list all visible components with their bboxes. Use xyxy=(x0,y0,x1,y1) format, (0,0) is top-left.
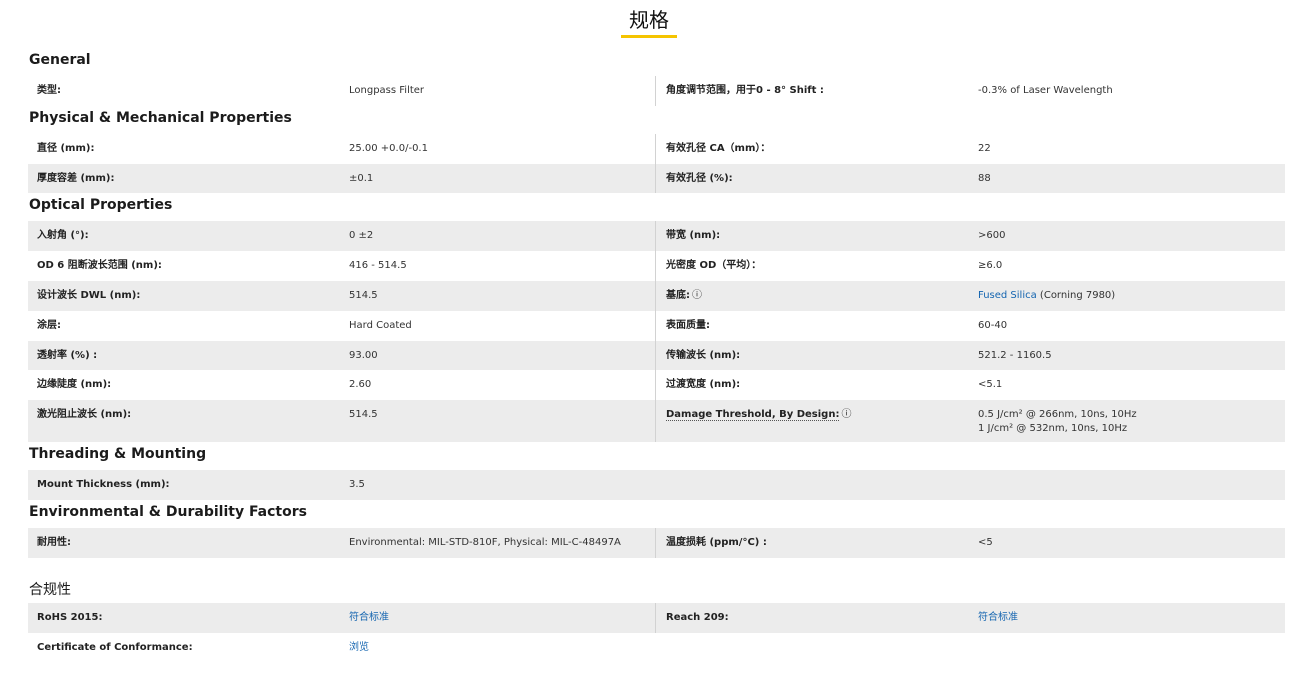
section-heading-environmental: Environmental & Durability Factors xyxy=(29,504,307,520)
spec-label: 表面质量: xyxy=(666,320,710,331)
spec-label: Reach 209: xyxy=(666,612,729,623)
column-divider xyxy=(655,400,656,442)
spec-value: ≥6.0 xyxy=(978,260,1003,271)
column-divider xyxy=(655,164,656,193)
spec-label: 有效孔径 (%): xyxy=(666,173,733,184)
fused-silica-link[interactable]: Fused Silica xyxy=(978,290,1037,301)
spec-value-substrate: Fused Silica (Corning 7980) xyxy=(978,289,1115,303)
spec-row-type: 类型: Longpass Filter 角度调节范围，用于0 - 8° Shif… xyxy=(28,76,1285,106)
spec-label: RoHS 2015: xyxy=(37,612,103,623)
spec-label-substrate: 基底: ⓘ xyxy=(666,289,702,303)
spec-row-rohs: RoHS 2015: 符合标准 Reach 209: 符合标准 xyxy=(28,603,1285,633)
view-certificate-link[interactable]: 浏览 xyxy=(349,641,369,655)
column-divider xyxy=(655,76,656,106)
spec-row-mount-thickness: Mount Thickness (mm): 3.5 xyxy=(28,470,1285,500)
spec-label: 透射率 (%) : xyxy=(37,350,98,361)
section-heading-general: General xyxy=(29,52,91,68)
column-divider xyxy=(655,603,656,633)
spec-row-od6: OD 6 阻断波长范围 (nm): 416 - 514.5 光密度 OD（平均）… xyxy=(28,251,1285,281)
spec-label: 边缘陡度 (nm): xyxy=(37,379,112,390)
spec-value: 25.00 +0.0/-0.1 xyxy=(349,143,428,154)
spec-value-text: (Corning 7980) xyxy=(1036,290,1116,301)
info-icon[interactable]: ⓘ xyxy=(692,290,702,301)
spec-label: Certificate of Conformance: xyxy=(37,642,193,653)
spec-label: Mount Thickness (mm): xyxy=(37,479,170,490)
spec-value-line: 1 J/cm² @ 532nm, 10ns, 10Hz xyxy=(978,423,1128,434)
spec-label: 带宽 (nm): xyxy=(666,230,721,241)
spec-label: 角度调节范围，用于0 - 8° Shift : xyxy=(666,85,824,96)
spec-label: 温度损耗 (ppm/°C) : xyxy=(666,537,767,548)
spec-row-durability: 耐用性: Environmental: MIL-STD-810F, Physic… xyxy=(28,528,1285,558)
spec-row-laser: 激光阻止波长 (nm): 514.5 Damage Threshold, By … xyxy=(28,400,1285,442)
spec-value: 521.2 - 1160.5 xyxy=(978,350,1052,361)
column-divider xyxy=(655,528,656,558)
page-title: 规格 xyxy=(621,6,677,38)
rohs-compliant-link[interactable]: 符合标准 xyxy=(349,611,389,625)
column-divider xyxy=(655,281,656,311)
spec-row-aoi: 入射角 (°): 0 ±2 带宽 (nm): >600 xyxy=(28,221,1285,251)
spec-label: 入射角 (°): xyxy=(37,230,89,241)
section-heading-optical: Optical Properties xyxy=(29,197,173,213)
spec-label: 激光阻止波长 (nm): xyxy=(37,409,132,420)
spec-value: 0 ±2 xyxy=(349,230,374,241)
spec-label: 光密度 OD（平均）： xyxy=(666,260,762,271)
section-heading-physical: Physical & Mechanical Properties xyxy=(29,110,292,126)
specifications-panel: 规格 General 类型: Longpass Filter 角度调节范围，用于… xyxy=(0,0,1298,685)
column-divider xyxy=(655,221,656,251)
spec-value: -0.3% of Laser Wavelength xyxy=(978,85,1113,96)
spec-value: ±0.1 xyxy=(349,173,374,184)
spec-label: 厚度容差 (mm): xyxy=(37,173,115,184)
spec-row-diameter: 直径 (mm): 25.00 +0.0/-0.1 有效孔径 CA（mm）： 22 xyxy=(28,134,1285,164)
damage-threshold-tooltip-label[interactable]: Damage Threshold, By Design: xyxy=(666,409,840,421)
spec-value: 88 xyxy=(978,173,991,184)
spec-row-edge: 边缘陡度 (nm): 2.60 过渡宽度 (nm): <5.1 xyxy=(28,370,1285,400)
spec-value-line: 0.5 J/cm² @ 266nm, 10ns, 10Hz xyxy=(978,409,1137,420)
reach-compliant-link[interactable]: 符合标准 xyxy=(978,611,1018,625)
spec-value: 93.00 xyxy=(349,350,378,361)
spec-row-dwl: 设计波长 DWL (nm): 514.5 基底: ⓘ Fused Silica (… xyxy=(28,281,1285,311)
spec-value: <5 xyxy=(978,537,993,548)
column-divider xyxy=(655,341,656,370)
spec-value: 3.5 xyxy=(349,479,365,490)
spec-value: 22 xyxy=(978,143,991,154)
spec-value: Hard Coated xyxy=(349,320,412,331)
spec-row-coating: 涂层: Hard Coated 表面质量: 60-40 xyxy=(28,311,1285,341)
spec-label: 传输波长 (nm): xyxy=(666,350,741,361)
spec-label: 耐用性: xyxy=(37,537,71,548)
column-divider xyxy=(655,251,656,281)
spec-label: 设计波长 DWL (nm): xyxy=(37,290,141,301)
spec-value: 514.5 xyxy=(349,290,378,301)
spec-value: 60-40 xyxy=(978,320,1008,331)
spec-value: 416 - 514.5 xyxy=(349,260,407,271)
column-divider xyxy=(655,370,656,400)
spec-value: Environmental: MIL-STD-810F, Physical: M… xyxy=(349,537,621,548)
section-heading-threading: Threading & Mounting xyxy=(29,446,207,462)
spec-value: 2.60 xyxy=(349,379,372,390)
spec-label: 直径 (mm): xyxy=(37,143,95,154)
spec-value: 514.5 xyxy=(349,409,378,420)
spec-value: Longpass Filter xyxy=(349,85,425,96)
column-divider xyxy=(655,134,656,164)
info-icon[interactable]: ⓘ xyxy=(841,409,851,420)
spec-label: 涂层: xyxy=(37,320,61,331)
spec-label: 类型: xyxy=(37,85,61,96)
spec-row-thickness: 厚度容差 (mm): ±0.1 有效孔径 (%): 88 xyxy=(28,164,1285,193)
spec-label: 有效孔径 CA（mm）： xyxy=(666,143,771,154)
column-divider xyxy=(655,311,656,341)
spec-label-damage-threshold: Damage Threshold, By Design: ⓘ xyxy=(666,408,851,422)
page-title-wrap: 规格 xyxy=(0,6,1298,38)
section-heading-compliance: 合规性 xyxy=(29,582,71,598)
spec-row-certificate: Certificate of Conformance: 浏览 xyxy=(28,633,1285,663)
spec-value: <5.1 xyxy=(978,379,1003,390)
spec-label-text: 基底: xyxy=(666,290,690,301)
spec-label: OD 6 阻断波长范围 (nm): xyxy=(37,260,162,271)
spec-row-transmission: 透射率 (%) : 93.00 传输波长 (nm): 521.2 - 1160.… xyxy=(28,341,1285,370)
spec-label: 过渡宽度 (nm): xyxy=(666,379,741,390)
spec-value: >600 xyxy=(978,230,1006,241)
